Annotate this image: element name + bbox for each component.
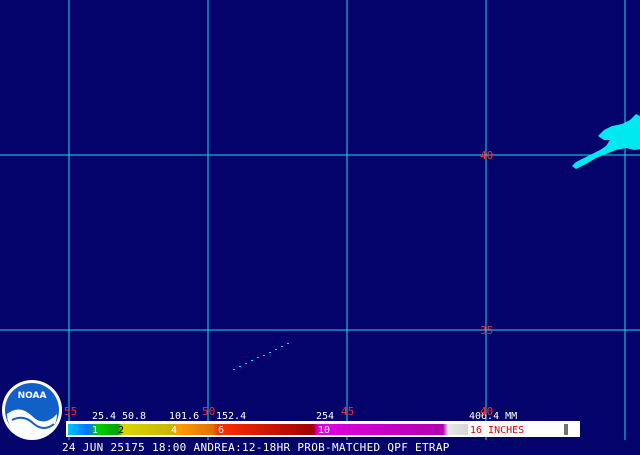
noaa-logo: NOAA — [2, 380, 62, 440]
inch-readout: 16 INCHES — [470, 425, 524, 436]
scale-mm-152: 152.4 — [216, 411, 246, 422]
scale-mm-101: 101.6 — [169, 411, 199, 422]
lon-label-40: 40 — [480, 405, 493, 418]
lon-label-45: 45 — [341, 405, 354, 418]
scale-mm-254: 254 — [316, 411, 334, 422]
precip-area — [572, 114, 640, 169]
lon-label-50: 50 — [202, 405, 215, 418]
scale-inch-2: 2 — [118, 425, 124, 436]
color-scale: 1 2 4 6 10 16 INCHES — [66, 421, 580, 437]
qpf-map: 40 35 1 2 4 6 10 16 INCHES 25.4 50.8 101… — [0, 0, 640, 455]
scale-inch-1: 1 — [92, 425, 98, 436]
precip-dots — [233, 343, 289, 370]
map-canvas: 40 35 1 2 4 6 10 16 INCHES 25.4 50.8 101… — [0, 0, 640, 440]
scale-inch-4: 4 — [171, 425, 177, 436]
graticule — [0, 0, 640, 440]
lat-label-40: 40 — [480, 149, 493, 162]
noaa-logo-text: NOAA — [18, 391, 47, 401]
scale-inch-10: 10 — [318, 425, 330, 436]
map-caption: 24 JUN 25175 18:00 ANDREA:12-18HR PROB-M… — [62, 441, 450, 454]
scale-mm-50: 50.8 — [122, 411, 146, 422]
lon-label-55: 55 — [64, 405, 77, 418]
scale-inch-6: 6 — [218, 425, 224, 436]
scale-mm-25: 25.4 — [92, 411, 116, 422]
lat-label-35: 35 — [480, 324, 493, 337]
